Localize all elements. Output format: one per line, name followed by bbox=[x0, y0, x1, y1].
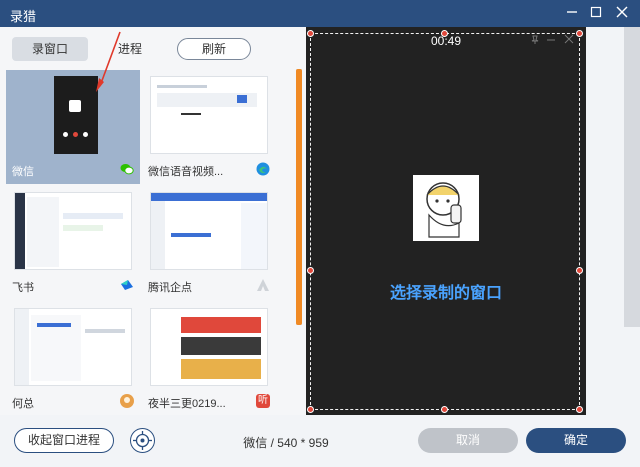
maximize-button[interactable] bbox=[586, 3, 606, 23]
wechat-icon bbox=[120, 162, 134, 176]
minimize-icon bbox=[546, 35, 556, 48]
close-icon bbox=[616, 6, 628, 18]
contact-avatar bbox=[413, 175, 479, 241]
avatar-icon bbox=[120, 394, 134, 408]
avatar bbox=[69, 100, 81, 112]
window-thumbnail bbox=[14, 308, 132, 386]
window-item-label: 何总 bbox=[12, 398, 34, 410]
qidian-icon bbox=[256, 278, 270, 292]
tab-process[interactable]: 进程 bbox=[108, 37, 152, 61]
resize-handle[interactable] bbox=[576, 406, 583, 413]
window-item-label: 飞书 bbox=[12, 282, 34, 294]
window-preview: 00:49 选择录制的窗口 bbox=[306, 27, 586, 415]
title-bar: 录猎 bbox=[0, 0, 640, 27]
window-thumbnail bbox=[150, 76, 268, 154]
scrollbar-thumb[interactable] bbox=[296, 69, 302, 325]
edge-icon bbox=[256, 162, 270, 176]
bottom-bar: 收起窗口进程 微信 / 540 * 959 取消 确定 bbox=[0, 415, 640, 467]
side-scrollbar[interactable] bbox=[624, 27, 640, 327]
minimize-icon bbox=[567, 11, 577, 13]
window-title: 录猎 bbox=[10, 9, 37, 24]
refresh-button[interactable]: 刷新 bbox=[177, 38, 251, 60]
ok-button[interactable]: 确定 bbox=[526, 428, 626, 453]
window-thumbnail bbox=[150, 192, 268, 270]
window-list-panel: 录窗口 进程 刷新 微信 微信语音视频... 飞书 腾讯企点 何总 夜半三更02… bbox=[0, 27, 306, 415]
call-timer: 00:49 bbox=[430, 34, 462, 48]
window-grid: 微信 微信语音视频... 飞书 腾讯企点 何总 夜半三更0219... 听 bbox=[0, 68, 300, 415]
tab-window[interactable]: 录窗口 bbox=[12, 37, 88, 61]
window-item-label: 腾讯企点 bbox=[148, 282, 192, 294]
maximize-icon bbox=[590, 6, 602, 18]
window-item-qidian[interactable]: 腾讯企点 bbox=[142, 186, 276, 300]
window-thumbnail bbox=[54, 76, 98, 154]
window-item-label: 微信 bbox=[12, 166, 34, 178]
resize-handle[interactable] bbox=[307, 406, 314, 413]
feishu-icon bbox=[120, 278, 134, 292]
window-item-yeban[interactable]: 夜半三更0219... 听 bbox=[142, 302, 276, 415]
resize-handle[interactable] bbox=[441, 406, 448, 413]
window-thumbnail bbox=[150, 308, 268, 386]
window-item-wechat-call[interactable]: 微信语音视频... bbox=[142, 70, 276, 184]
cancel-button[interactable]: 取消 bbox=[418, 428, 518, 453]
window-item-label: 夜半三更0219... bbox=[148, 398, 226, 410]
window-item-feishu[interactable]: 飞书 bbox=[6, 186, 140, 300]
window-item-wechat[interactable]: 微信 bbox=[6, 70, 140, 184]
resize-handle[interactable] bbox=[576, 267, 583, 274]
resize-handle[interactable] bbox=[307, 267, 314, 274]
app-icon: 听 bbox=[256, 394, 270, 408]
window-item-label: 微信语音视频... bbox=[148, 166, 224, 178]
select-window-hint: 选择录制的窗口 bbox=[389, 285, 502, 302]
window-thumbnail bbox=[14, 192, 132, 270]
window-item-he[interactable]: 何总 bbox=[6, 302, 140, 415]
close-icon bbox=[564, 34, 574, 47]
minimize-button[interactable] bbox=[562, 3, 582, 23]
pin-icon bbox=[530, 35, 540, 48]
close-button[interactable] bbox=[612, 3, 632, 23]
tab-bar: 录窗口 进程 刷新 bbox=[0, 27, 306, 67]
